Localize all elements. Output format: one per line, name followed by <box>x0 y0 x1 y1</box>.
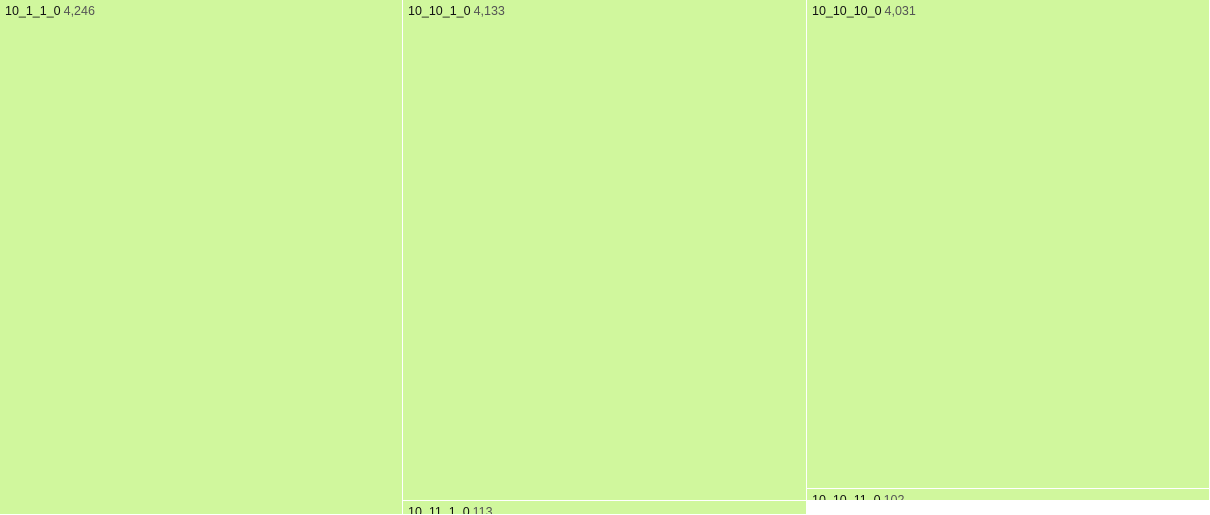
cell-label: 10_1_1_0 4,246 <box>5 4 95 19</box>
cell-value: 113 <box>472 505 493 515</box>
cell-name: 10_11_1_0 <box>408 505 470 515</box>
cell-name: 10_10_10_0 <box>812 4 882 18</box>
treemap-cell[interactable]: 10_10_10_0 4,031 <box>807 0 1210 489</box>
treemap-cell[interactable]: 10_1_1_0 4,246 <box>0 0 403 515</box>
cell-value: 4,133 <box>473 4 505 18</box>
cell-label: 10_10_11_0 102 <box>812 493 905 501</box>
cell-value: 4,246 <box>63 4 95 18</box>
cell-name: 10_10_11_0 <box>812 493 881 501</box>
treemap-cell[interactable]: 10_10_11_0 102 <box>807 489 1210 501</box>
treemap-chart: 10_1_1_0 4,246 10_10_1_0 4,133 10_11_1_0 113 1… <box>0 0 1210 515</box>
cell-name: 10_1_1_0 <box>5 4 61 18</box>
cell-label: 10_10_10_0 4,031 <box>812 4 916 19</box>
cell-label: 10_11_1_0 113 <box>408 505 493 515</box>
treemap-cell[interactable]: 10_11_1_0 113 <box>403 501 807 515</box>
cell-value: 4,031 <box>884 4 916 18</box>
treemap-cell[interactable]: 10_10_1_0 4,133 <box>403 0 807 501</box>
cell-label: 10_10_1_0 4,133 <box>408 4 505 19</box>
cell-value: 102 <box>883 493 905 501</box>
cell-name: 10_10_1_0 <box>408 4 471 18</box>
